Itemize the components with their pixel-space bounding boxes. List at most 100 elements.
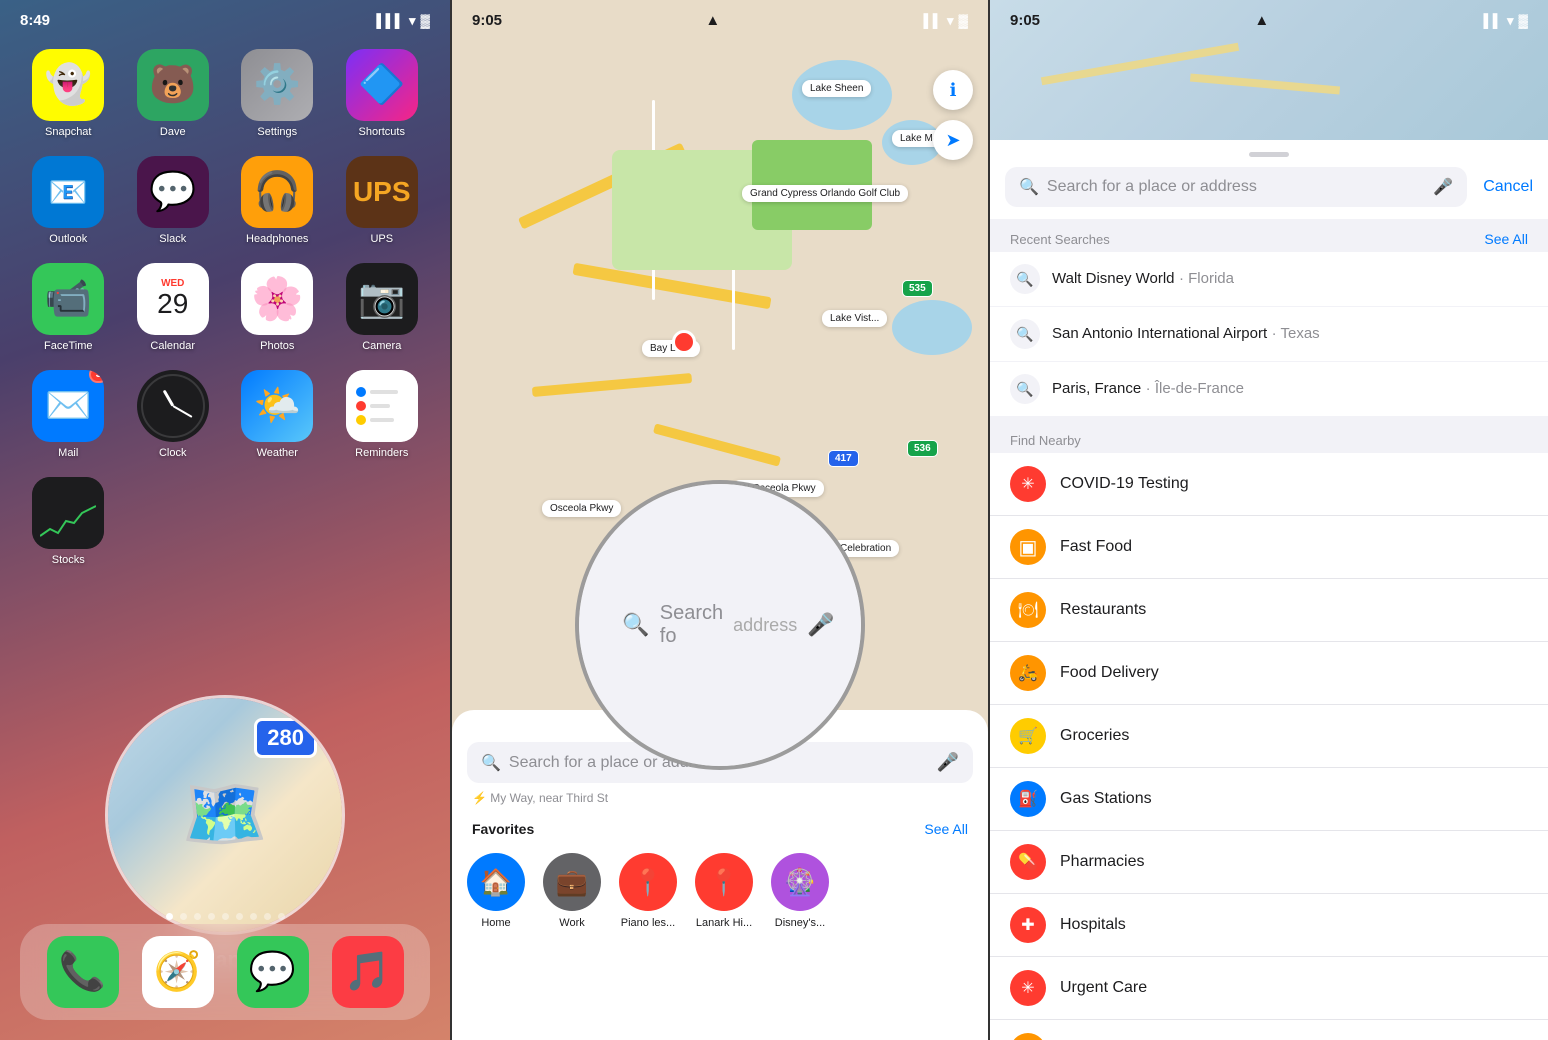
- app-ups[interactable]: UPS UPS: [339, 156, 426, 245]
- battery-icon-s2: ▓: [959, 13, 968, 28]
- fastfood-label: Fast Food: [1060, 538, 1132, 556]
- search-zoom-overlay: 🔍 Search fo address 🎤: [575, 480, 865, 770]
- water-3: [892, 300, 972, 355]
- photos-flower-icon: 🌸: [251, 275, 303, 324]
- search-icon-s2: 🔍: [481, 753, 501, 773]
- screen3-search-bar[interactable]: 🔍 Search for a place or address 🎤: [1005, 167, 1467, 207]
- find-nearby-label: Find Nearby: [990, 417, 1548, 453]
- nearby-restaurants[interactable]: 🍽 Restaurants: [990, 579, 1548, 642]
- facetime-label: FaceTime: [44, 340, 93, 352]
- map-label-osceola: Osceola Pkwy: [542, 500, 621, 517]
- gas-label: Gas Stations: [1060, 790, 1152, 808]
- favorite-work[interactable]: 💼 Work: [543, 853, 601, 929]
- app-outlook[interactable]: 📧 Outlook: [25, 156, 112, 245]
- ups-icon: UPS: [346, 156, 418, 228]
- maps-inner: 280 🗺️: [108, 698, 342, 932]
- favorite-home[interactable]: 🏠 Home: [467, 853, 525, 929]
- recent-item-disney[interactable]: 🔍 Walt Disney World · Florida: [990, 252, 1548, 307]
- search-icon-recent-3: 🔍: [1010, 374, 1040, 404]
- dock-phone[interactable]: 📞: [47, 936, 119, 1008]
- favorite-lanark[interactable]: 📍 Lanark Hi...: [695, 853, 753, 929]
- search-icon-recent-2: 🔍: [1010, 319, 1040, 349]
- search-zoom-bar[interactable]: 🔍 Search fo address 🎤: [604, 590, 835, 660]
- app-stocks[interactable]: Stocks: [25, 477, 112, 566]
- time-screen2: 9:05: [472, 12, 502, 29]
- map-see-all[interactable]: See All: [924, 821, 968, 837]
- nearby-fastfood[interactable]: ▣ Fast Food: [990, 516, 1548, 579]
- dock-music[interactable]: 🎵: [332, 936, 404, 1008]
- page-dot-2: [180, 913, 187, 920]
- search-icon-recent-1: 🔍: [1010, 264, 1040, 294]
- map-label-golf: Grand Cypress Orlando Golf Club: [742, 185, 908, 202]
- app-snapchat[interactable]: 👻 Snapchat: [25, 49, 112, 138]
- signal-icon-s3: ▌▌: [1484, 13, 1502, 28]
- wifi-icon-s2: ▾: [947, 13, 954, 29]
- hospital-label: Hospitals: [1060, 916, 1126, 934]
- page-dot-9: [278, 913, 285, 920]
- battery-icon: ▓: [421, 13, 430, 28]
- app-shortcuts[interactable]: 🔷 Shortcuts: [339, 49, 426, 138]
- mic-icon-s3: 🎤: [1433, 177, 1453, 197]
- status-bar-screen2: 9:05 ▲ ▌▌ ▾ ▓: [452, 0, 988, 34]
- nearby-gas[interactable]: ⛽ Gas Stations: [990, 768, 1548, 831]
- dock-safari[interactable]: 🧭: [142, 936, 214, 1008]
- map-favorites-header: Favorites See All: [467, 813, 973, 845]
- headphones-icon: 🎧: [241, 156, 313, 228]
- app-dave[interactable]: 🐻 Dave: [130, 49, 217, 138]
- cancel-button[interactable]: Cancel: [1483, 178, 1533, 196]
- app-facetime[interactable]: 📹 FaceTime: [25, 263, 112, 352]
- recent-state-disney: · Florida: [1179, 270, 1234, 287]
- camera-icon: 📷: [346, 263, 418, 335]
- app-mail[interactable]: ✉️ 3 Mail: [25, 370, 112, 459]
- mic-icon-s2: 🎤: [937, 752, 959, 773]
- maps-zoom-circle: 280 🗺️: [105, 695, 345, 935]
- app-clock[interactable]: Clock: [130, 370, 217, 459]
- screen3-maps-search: 9:05 ▲ ▌▌ ▾ ▓ 🔍 Search for a place or ad…: [990, 0, 1548, 1040]
- time-screen3: 9:05: [1010, 12, 1040, 29]
- app-photos[interactable]: 🌸 Photos: [234, 263, 321, 352]
- map-info-button[interactable]: ℹ: [933, 70, 973, 110]
- app-camera[interactable]: 📷 Camera: [339, 263, 426, 352]
- favorite-disney[interactable]: 🎡 Disney's...: [771, 853, 829, 929]
- status-bar-screen1: 8:49 ▌▌▌ ▾ ▓: [0, 0, 450, 34]
- nearby-covid[interactable]: ✳ COVID-19 Testing: [990, 453, 1548, 516]
- fooddelivery-icon: 🛵: [1010, 655, 1046, 691]
- map-location-button[interactable]: ➤: [933, 120, 973, 160]
- nearby-pizza[interactable]: 🍕 Pizza: [990, 1020, 1548, 1040]
- nearby-fooddelivery[interactable]: 🛵 Food Delivery: [990, 642, 1548, 705]
- favorite-lanark-icon: 📍: [695, 853, 753, 911]
- reminder-dot-yellow: [356, 415, 366, 425]
- favorite-piano[interactable]: 📍 Piano les...: [619, 853, 677, 929]
- signal-icon: ▌▌▌: [376, 13, 404, 28]
- dock: 📞 🧭 💬 🎵: [20, 924, 430, 1020]
- app-slack[interactable]: 💬 Slack: [130, 156, 217, 245]
- recent-see-all[interactable]: See All: [1484, 231, 1528, 247]
- nearby-urgentcare[interactable]: ✳ Urgent Care: [990, 957, 1548, 1020]
- recent-state-paris: · Île-de-France: [1146, 380, 1244, 397]
- wifi-icon-s3: ▾: [1507, 13, 1514, 29]
- app-settings[interactable]: ⚙️ Settings: [234, 49, 321, 138]
- ups-label: UPS: [370, 233, 393, 245]
- recent-searches-header: Recent Searches See All: [990, 219, 1548, 252]
- nearby-pharmacies[interactable]: 💊 Pharmacies: [990, 831, 1548, 894]
- settings-label: Settings: [257, 126, 297, 138]
- recent-item-paris[interactable]: 🔍 Paris, France · Île-de-France: [990, 362, 1548, 417]
- map-favorites-row: 🏠 Home 💼 Work 📍 Piano les... 📍 Lanark Hi…: [467, 845, 973, 937]
- recent-item-san-antonio[interactable]: 🔍 San Antonio International Airport · Te…: [990, 307, 1548, 362]
- screen2-maps: 9:05 ▲ ▌▌ ▾ ▓ Lake Sheen Lake Mabel Gran…: [450, 0, 990, 1040]
- nearby-hospitals[interactable]: ✚ Hospitals: [990, 894, 1548, 957]
- gas-icon: ⛽: [1010, 781, 1046, 817]
- page-dot-7: [250, 913, 257, 920]
- recent-state-san-antonio: · Texas: [1272, 325, 1320, 342]
- messages-icon: 💬: [237, 936, 309, 1008]
- app-headphones[interactable]: 🎧 Headphones: [234, 156, 321, 245]
- dock-messages[interactable]: 💬: [237, 936, 309, 1008]
- app-weather[interactable]: 🌤️ Weather: [234, 370, 321, 459]
- nearby-groceries[interactable]: 🛒 Groceries: [990, 705, 1548, 768]
- favorite-home-icon: 🏠: [467, 853, 525, 911]
- mic-icon-zoom: 🎤: [807, 612, 834, 638]
- app-calendar[interactable]: WED 29 Calendar: [130, 263, 217, 352]
- snapchat-icon: 👻: [32, 49, 104, 121]
- app-reminders[interactable]: Reminders: [339, 370, 426, 459]
- page-dot-8: [264, 913, 271, 920]
